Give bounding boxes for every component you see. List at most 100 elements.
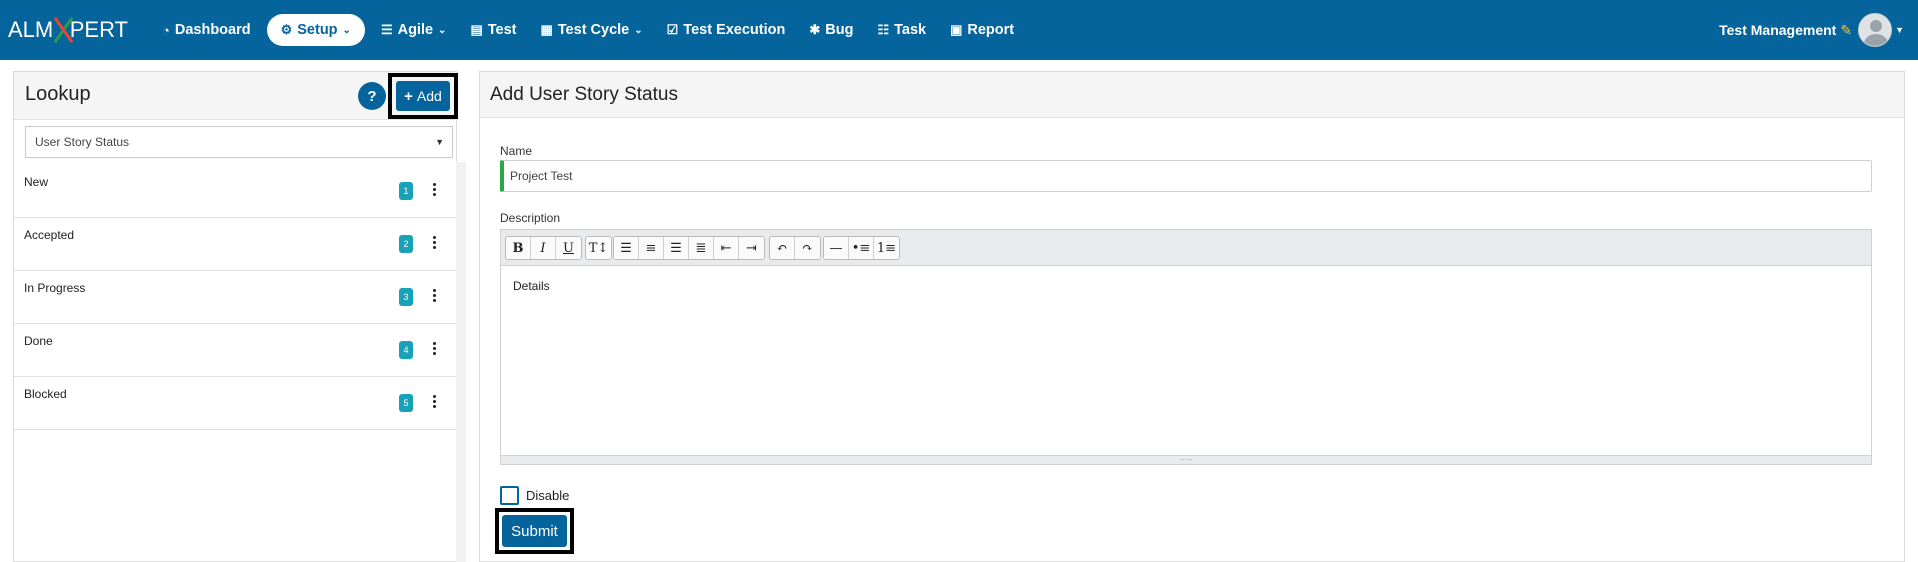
nav-item-label: Report — [967, 22, 1015, 38]
nav-item-label: Task — [894, 22, 927, 38]
nav-item-test-execution[interactable]: ☑ Test Execution — [655, 14, 798, 46]
logo-x-mark — [53, 17, 69, 43]
lookup-header: Lookup ? + Add — [14, 72, 458, 120]
text-style-group: B I U — [505, 236, 582, 260]
list-item[interactable]: Done 4 — [14, 324, 456, 377]
disable-label: Disable — [526, 488, 570, 503]
lookup-type-value: User Story Status — [35, 135, 130, 149]
more-options-icon[interactable] — [429, 232, 439, 252]
editor-resize-handle[interactable]: ····· — [501, 455, 1871, 464]
add-button[interactable]: + Add — [396, 81, 450, 111]
name-input[interactable]: Project Test — [500, 160, 1872, 192]
list-icon: ☰ — [380, 22, 393, 37]
description-text: Details — [513, 279, 550, 293]
logo-text-left: ALM — [8, 17, 54, 42]
avatar[interactable] — [1858, 13, 1893, 47]
more-options-icon[interactable] — [429, 338, 439, 358]
description-label: Description — [500, 211, 561, 225]
justify-icon[interactable]: ≣ — [689, 237, 714, 259]
bullet-list-icon[interactable]: •≡ — [849, 237, 874, 259]
align-left-icon[interactable]: ☰ — [614, 237, 639, 259]
more-options-icon[interactable] — [429, 179, 439, 199]
file-icon: ▤ — [470, 22, 483, 37]
history-group: ↶ ↷ — [769, 236, 821, 260]
count-badge: 3 — [399, 288, 413, 306]
nav-item-setup[interactable]: ⚙ Setup ⌄ — [266, 14, 365, 46]
lookup-panel: Lookup ? + Add User Story Status ▼ New 1 A… — [13, 71, 466, 562]
scrollbar[interactable] — [456, 162, 466, 562]
list-item-label: In Progress — [24, 281, 86, 295]
align-right-icon[interactable]: ☰ — [664, 237, 689, 259]
nav-item-label: Agile — [397, 22, 434, 38]
nav-item-test-cycle[interactable]: ▦ Test Cycle ⌄ — [528, 14, 654, 46]
nav-item-test[interactable]: ▤ Test — [458, 14, 528, 46]
nav-item-dashboard[interactable]: ◔ Dashboard — [150, 14, 263, 46]
chevron-down-icon: ⌄ — [342, 24, 351, 36]
table-icon: ▦ — [540, 22, 553, 37]
caret-down-icon[interactable]: ▼ — [1895, 25, 1904, 35]
project-name: Test Management — [1719, 22, 1837, 38]
list-item-label: Done — [24, 334, 53, 348]
italic-icon[interactable]: I — [531, 237, 556, 259]
add-button-highlight: + Add — [388, 73, 458, 119]
alignment-group: ☰ ≡ ☰ ≣ ⇤ ⇥ — [613, 236, 765, 260]
add-status-form: Add User Story Status Name Project Test … — [479, 71, 1905, 562]
font-size-group: T↕ — [585, 236, 612, 260]
count-badge: 5 — [399, 394, 413, 412]
cogs-icon: ⚙ — [280, 22, 293, 37]
disable-checkbox[interactable] — [500, 486, 519, 505]
outdent-icon[interactable]: ⇤ — [714, 237, 739, 259]
more-options-icon[interactable] — [429, 391, 439, 411]
almxpert-logo[interactable]: ALM PERT — [8, 14, 128, 46]
redo-icon[interactable]: ↷ — [795, 237, 820, 259]
nav-item-task[interactable]: ☷ Task — [865, 14, 938, 46]
chevron-down-icon: ⌄ — [438, 24, 447, 36]
horizontal-rule-icon[interactable]: — — [824, 237, 849, 259]
editor-toolbar: B I U T↕ ☰ ≡ ☰ ≣ ⇤ ⇥ ↶ ↷ — •≡ 1≡ — [501, 230, 1871, 266]
font-size-icon[interactable]: T↕ — [586, 237, 611, 259]
list-item[interactable]: In Progress 3 — [14, 271, 456, 324]
list-item[interactable]: New 1 — [14, 165, 456, 218]
more-options-icon[interactable] — [429, 285, 439, 305]
add-button-label: Add — [416, 88, 442, 104]
dashboard-icon: ◔ — [162, 22, 170, 38]
list-item-label: New — [24, 175, 49, 189]
nav-item-bug[interactable]: ✱ Bug — [797, 14, 865, 46]
name-label: Name — [500, 144, 533, 158]
nav-item-label: Setup — [297, 22, 338, 38]
nav-item-report[interactable]: ▣ Report — [938, 14, 1026, 46]
list-item-label: Blocked — [24, 387, 67, 401]
nav-item-label: Bug — [825, 22, 854, 38]
lookup-type-select[interactable]: User Story Status ▼ — [25, 126, 453, 158]
tasks-icon: ☷ — [877, 22, 890, 37]
form-header: Add User Story Status — [480, 72, 1904, 118]
check-square-icon: ☑ — [666, 22, 679, 37]
count-badge: 2 — [399, 235, 413, 253]
insert-group: — •≡ 1≡ — [823, 236, 900, 260]
bold-icon[interactable]: B — [506, 237, 531, 259]
nav-item-agile[interactable]: ☰ Agile ⌄ — [369, 14, 459, 46]
undo-icon[interactable]: ↶ — [770, 237, 795, 259]
indent-icon[interactable]: ⇥ — [739, 237, 764, 259]
align-center-icon[interactable]: ≡ — [639, 237, 664, 259]
help-icon[interactable]: ? — [358, 82, 386, 110]
lookup-title: Lookup — [25, 83, 91, 105]
nav-item-label: Dashboard — [174, 22, 251, 38]
description-text-area[interactable]: Details — [501, 266, 1871, 456]
underline-icon[interactable]: U — [556, 237, 581, 259]
count-badge: 1 — [399, 182, 413, 200]
list-item-label: Accepted — [24, 228, 75, 242]
user-menu[interactable]: Test Management ✎ ▼ — [1719, 12, 1904, 48]
chevron-down-icon: ⌄ — [634, 24, 643, 36]
numbered-list-icon[interactable]: 1≡ — [874, 237, 899, 259]
name-input-value: Project Test — [510, 169, 573, 183]
list-item[interactable]: Blocked 5 — [14, 377, 456, 430]
nav-item-label: Test Execution — [683, 22, 786, 38]
submit-button[interactable]: Submit — [502, 515, 567, 547]
pencil-icon[interactable]: ✎ — [1840, 22, 1852, 39]
list-item[interactable]: Accepted 2 — [14, 218, 456, 271]
lookup-list: New 1 Accepted 2 In Progress 3 Done 4 Blocked 5 — [14, 165, 456, 430]
dropdown-arrow-icon: ▼ — [435, 137, 444, 147]
nav-item-label: Test — [487, 22, 517, 38]
report-icon: ▣ — [950, 22, 963, 37]
